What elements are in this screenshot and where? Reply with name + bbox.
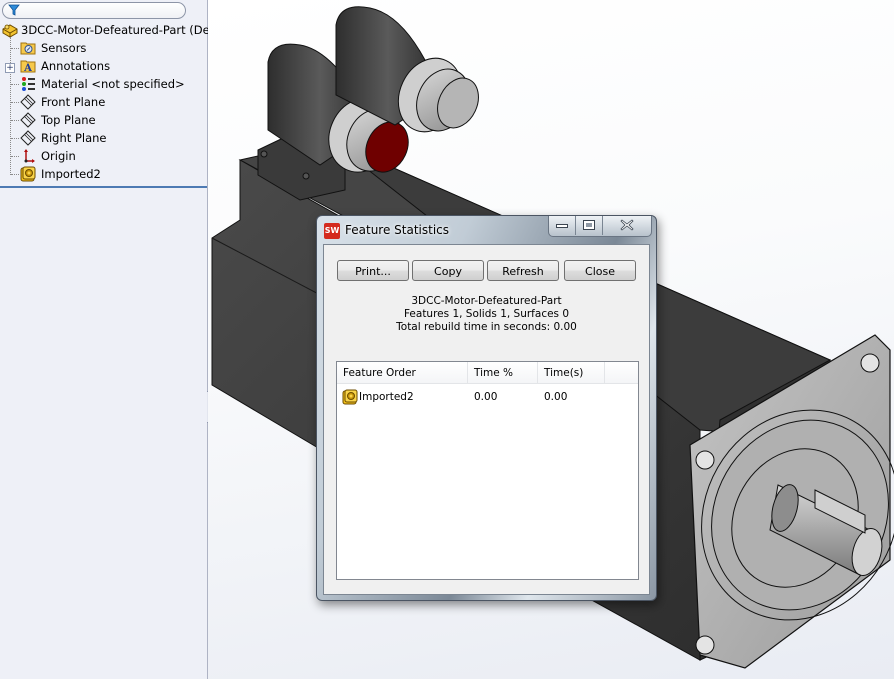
plane-icon xyxy=(20,94,36,110)
minimize-button[interactable] xyxy=(549,216,576,235)
tree-guide-line xyxy=(11,138,19,139)
feature-statistics-table[interactable]: Feature Order Time % Time(s) Imported2 0… xyxy=(336,361,639,580)
cell-time-percent: 0.00 xyxy=(474,391,498,403)
feature-statistics-dialog: SW Feature Statistics Print... Copy Refr… xyxy=(316,215,657,601)
feature-manager-tree: 3DCC-Motor-Defeatured-Part (Def Sensors … xyxy=(0,0,214,679)
rebuild-time-text: Total rebuild time in seconds: 0.00 xyxy=(396,321,577,333)
copy-button[interactable]: Copy xyxy=(412,260,484,281)
imported-body-icon xyxy=(342,389,358,405)
feature-counts-text: Features 1, Solids 1, Surfaces 0 xyxy=(403,308,570,320)
plane-icon xyxy=(20,130,36,146)
expand-annotations-button[interactable]: + xyxy=(5,63,15,73)
tree-guide-line xyxy=(11,84,19,85)
minimize-icon xyxy=(556,224,568,228)
maximize-button[interactable] xyxy=(576,216,603,235)
cell-time-seconds: 0.00 xyxy=(544,391,568,403)
tree-item-label: Origin xyxy=(41,149,76,163)
material-icon xyxy=(22,77,35,91)
origin-icon xyxy=(24,149,35,163)
window-caption-buttons xyxy=(548,216,652,237)
part-icon xyxy=(2,24,18,38)
tree-guide-line xyxy=(11,102,19,103)
column-header-time-percent[interactable]: Time % xyxy=(468,362,538,384)
tree-guide-line xyxy=(11,48,19,49)
svg-text:A: A xyxy=(23,63,32,74)
imported-body-icon xyxy=(20,166,36,182)
close-window-button[interactable] xyxy=(603,216,650,235)
close-icon xyxy=(620,219,634,231)
dialog-title: Feature Statistics xyxy=(345,223,450,237)
solidworks-app-icon: SW xyxy=(324,223,340,239)
tree-item-label: Material <not specified> xyxy=(41,77,185,91)
cell-feature-name: Imported2 xyxy=(359,391,414,403)
tree-item-label: Imported2 xyxy=(41,167,101,181)
print-button[interactable]: Print... xyxy=(337,260,409,281)
tree-guide-line xyxy=(10,37,11,175)
sensors-folder-icon xyxy=(20,42,36,55)
refresh-button[interactable]: Refresh xyxy=(487,260,559,281)
tree-item-label: Annotations xyxy=(41,59,111,73)
close-button[interactable]: Close xyxy=(564,260,636,281)
tree-divider xyxy=(0,186,207,188)
column-header-time-seconds[interactable]: Time(s) xyxy=(538,362,605,384)
tree-item-label: Front Plane xyxy=(41,95,106,109)
part-name-text: 3DCC-Motor-Defeatured-Part xyxy=(411,295,562,307)
tree-guide-line xyxy=(11,120,19,121)
tree-item-label: Right Plane xyxy=(41,131,107,145)
tree-filter-input[interactable] xyxy=(2,2,186,19)
tree-item-label: Top Plane xyxy=(41,113,96,127)
maximize-icon xyxy=(583,220,595,230)
plane-icon xyxy=(20,112,36,128)
column-header-empty xyxy=(605,362,638,384)
tree-guide-line xyxy=(11,156,19,157)
column-header-feature-order[interactable]: Feature Order xyxy=(337,362,468,384)
dialog-client-area: Print... Copy Refresh Close 3DCC-Motor-D… xyxy=(323,244,650,595)
tree-root-label: 3DCC-Motor-Defeatured-Part (Def xyxy=(21,23,214,37)
tree-item-label: Sensors xyxy=(41,41,87,55)
filter-icon xyxy=(8,4,20,16)
tree-guide-line xyxy=(11,174,19,175)
annotations-folder-icon: A xyxy=(20,60,36,74)
